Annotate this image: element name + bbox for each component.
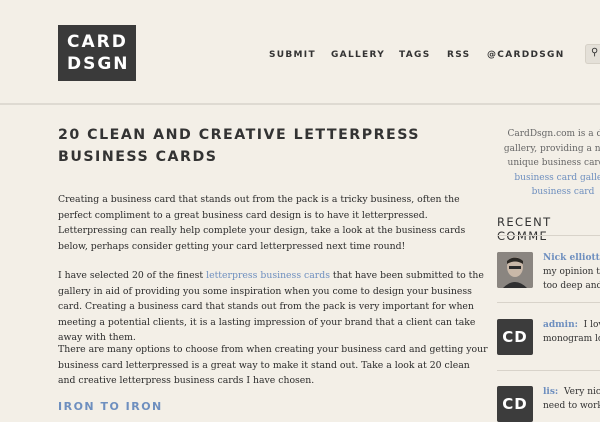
comment-line-1: my opinion th xyxy=(543,267,600,277)
comment-line-2: need to work xyxy=(543,401,600,411)
comment-text: lis: Very nic need to work xyxy=(543,385,600,413)
nav-rss[interactable]: RSS xyxy=(447,50,470,60)
comment-divider xyxy=(497,302,600,303)
comment-author[interactable]: lis: xyxy=(543,387,558,397)
intro-card-link[interactable]: business card xyxy=(488,185,600,200)
comment-author[interactable]: admin: xyxy=(543,320,578,330)
search-icon: ⚲ xyxy=(591,47,599,58)
intro-gallery-link[interactable]: business card gallery xyxy=(488,171,600,186)
sidebar-intro: CardDsgn.com is a daily gallery, providi… xyxy=(488,127,600,200)
comment-text: admin: I lov monogram lo xyxy=(543,318,600,346)
search-button[interactable]: ⚲ xyxy=(585,44,600,64)
article-title: 20 CLEAN AND CREATIVE LETTERPRESS BUSINE… xyxy=(58,127,421,165)
letterpress-cards-link[interactable]: letterpress business cards xyxy=(206,270,330,281)
comment-line-2: monogram lo xyxy=(543,334,600,344)
person-photo-icon xyxy=(497,252,533,288)
main-nav: SUBMIT GALLERY TAGS RSS @CARDDSGN xyxy=(0,50,600,64)
header-divider xyxy=(0,103,600,105)
nav-twitter[interactable]: @CARDDSGN xyxy=(487,50,565,60)
comment-divider xyxy=(497,370,600,371)
article-paragraph-3: There are many options to choose from wh… xyxy=(58,344,488,386)
comment-line-1: Very nic xyxy=(563,387,600,397)
intro-line-2: gallery, providing a new b xyxy=(503,143,600,154)
article-paragraph-2: I have selected 20 of the finest letterp… xyxy=(58,268,488,346)
nav-submit[interactable]: SUBMIT xyxy=(269,50,316,60)
comment-line-2: too deep and xyxy=(543,281,600,291)
recent-comments-divider xyxy=(497,235,600,236)
intro-line-3: unique business card de xyxy=(507,158,600,168)
avatar[interactable]: CD xyxy=(497,386,533,422)
article-paragraph-1: Creating a business card that stands out… xyxy=(58,194,466,252)
comment-text: Nick elliott: my opinion th too deep and xyxy=(543,251,600,293)
comment-author[interactable]: Nick elliott: xyxy=(543,251,600,265)
comment-line-1: I lov xyxy=(583,320,600,330)
recent-comments-heading: RECENT COMME xyxy=(497,215,552,243)
avatar[interactable] xyxy=(497,252,533,288)
avatar[interactable]: CD xyxy=(497,319,533,355)
nav-gallery[interactable]: GALLERY xyxy=(331,50,385,60)
intro-line-1: CardDsgn.com is a daily xyxy=(507,129,600,139)
paragraph-2-start: I have selected 20 of the finest xyxy=(58,270,207,281)
nav-tags[interactable]: TAGS xyxy=(399,50,430,60)
